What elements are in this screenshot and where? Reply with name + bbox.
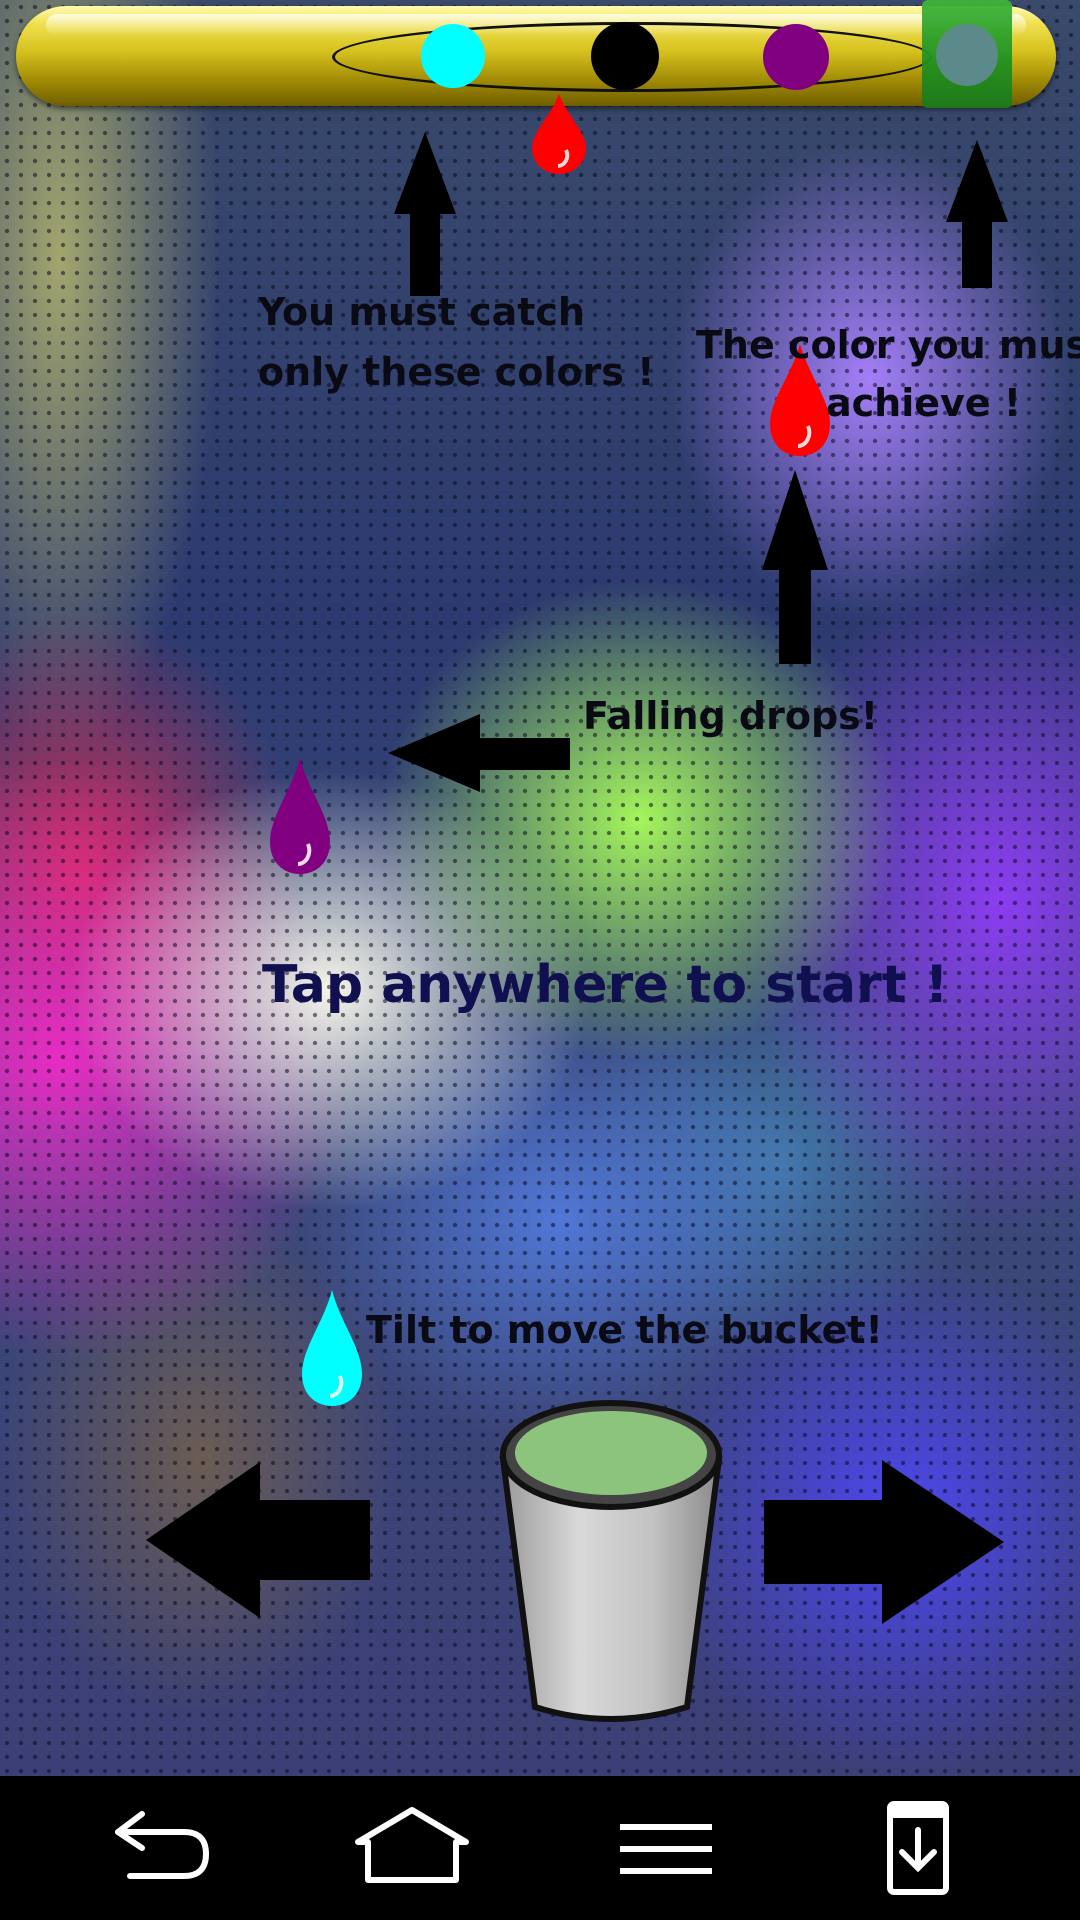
up-arrow-target-box — [946, 140, 1008, 288]
hint-catch-line1: You must catch — [258, 290, 585, 334]
target-color-circle — [936, 24, 998, 86]
hint-target: The color you must achieve ! — [696, 316, 1080, 432]
menu-icon[interactable] — [606, 1796, 726, 1900]
home-icon[interactable] — [352, 1796, 472, 1900]
notification-tray-icon[interactable] — [858, 1796, 978, 1900]
hint-falling: Falling drops! — [583, 694, 879, 738]
up-arrow-target-drop — [762, 470, 828, 664]
start-prompt[interactable]: Tap anywhere to start ! — [262, 955, 948, 1015]
hint-tilt: Tilt to move the bucket! — [366, 1308, 883, 1352]
up-arrow-catch — [394, 132, 456, 296]
purple-drop — [270, 758, 330, 874]
catch-color-cyan — [421, 24, 485, 88]
red-drop-top — [532, 94, 586, 174]
left-arrow-tilt — [146, 1462, 370, 1618]
hint-target-line1: The color you must — [696, 323, 1080, 367]
catch-color-black — [591, 22, 659, 90]
hint-target-line2: achieve ! — [826, 381, 1022, 425]
system-nav-bar — [0, 1776, 1080, 1920]
hint-catch: You must catch only these colors ! — [258, 282, 654, 402]
bucket — [499, 1400, 723, 1722]
hint-catch-line2: only these colors ! — [258, 350, 655, 394]
right-arrow-tilt — [764, 1460, 1004, 1624]
catch-color-purple — [763, 24, 829, 90]
cyan-drop — [302, 1290, 362, 1406]
back-icon[interactable] — [102, 1796, 222, 1900]
left-arrow-drops — [388, 714, 570, 792]
